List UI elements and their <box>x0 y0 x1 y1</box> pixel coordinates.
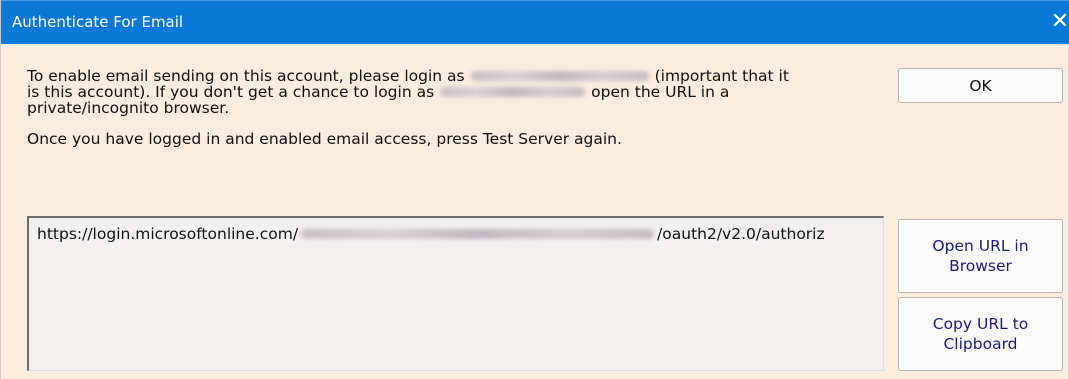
url-suffix: /oauth2/v2.0/authoriz <box>657 225 825 243</box>
message-line-4: Once you have logged in and enabled emai… <box>27 130 622 148</box>
message-line-1: To enable email sending on this account,… <box>27 68 897 84</box>
instruction-message: To enable email sending on this account,… <box>27 68 897 147</box>
window-title: Authenticate For Email <box>12 13 184 31</box>
ok-button[interactable]: OK <box>898 68 1063 103</box>
message-line-2: is this account). If you don't get a cha… <box>27 84 897 100</box>
message-text: open the URL in a <box>591 83 730 101</box>
redacted-email <box>470 70 649 81</box>
close-icon[interactable]: ✕ <box>1050 1 1069 45</box>
authenticate-dialog: Authenticate For Email ✕ To enable email… <box>0 0 1069 379</box>
ok-button-label: OK <box>969 76 992 95</box>
redacted-url-part <box>301 228 655 239</box>
open-button-label-line-1: Open URL in <box>932 237 1029 255</box>
redacted-email <box>440 86 586 97</box>
copy-button-label-line-2: Clipboard <box>943 335 1018 353</box>
url-prefix: https://login.microsoftonline.com/ <box>37 225 299 243</box>
message-line-3: private/incognito browser. <box>27 99 230 117</box>
title-bar[interactable]: Authenticate For Email ✕ <box>1 0 1069 44</box>
open-url-in-browser-button[interactable]: Open URL in Browser <box>898 219 1063 293</box>
url-textbox[interactable]: https://login.microsoftonline.com/ /oauth… <box>27 216 884 371</box>
copy-button-label-line-1: Copy URL to <box>932 315 1029 333</box>
open-button-label-line-2: Browser <box>949 257 1012 275</box>
copy-url-to-clipboard-button[interactable]: Copy URL to Clipboard <box>898 297 1063 371</box>
